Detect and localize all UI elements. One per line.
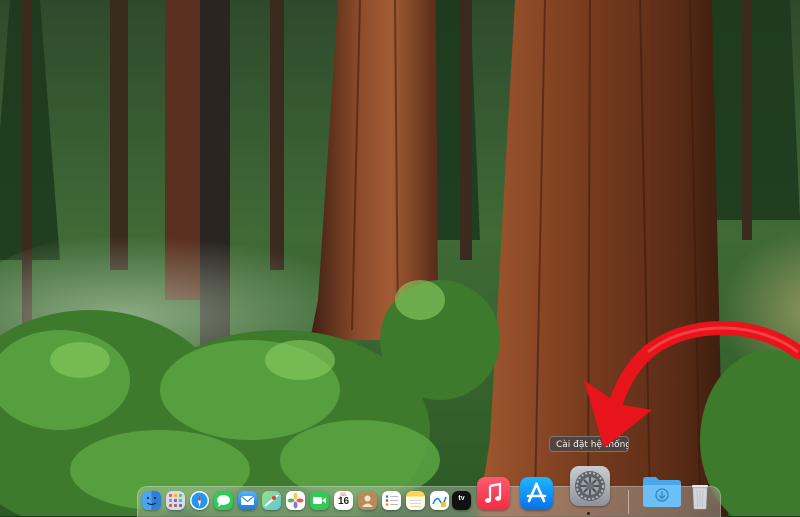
facetime-icon[interactable]: [310, 491, 329, 510]
running-indicator: [587, 512, 590, 515]
launchpad-icon[interactable]: [166, 491, 185, 510]
system-settings-icon[interactable]: [570, 466, 610, 506]
appletv-icon[interactable]: tv: [452, 491, 471, 510]
app-store-icon[interactable]: [520, 477, 553, 510]
contacts-icon[interactable]: [358, 491, 377, 510]
maps-icon[interactable]: [262, 491, 281, 510]
calendar-icon[interactable]: JUL 16: [334, 491, 353, 510]
safari-icon[interactable]: [190, 491, 209, 510]
music-icon[interactable]: [477, 477, 510, 510]
appletv-label: tv: [458, 495, 465, 502]
notes-icon[interactable]: [406, 491, 425, 510]
calendar-day: 16: [337, 496, 350, 507]
dock-divider: [628, 490, 629, 514]
finder-icon[interactable]: [142, 491, 161, 510]
desktop-wallpaper: [0, 0, 800, 516]
downloads-folder-icon[interactable]: [641, 474, 683, 508]
messages-icon[interactable]: [214, 491, 233, 510]
reminders-icon[interactable]: [382, 491, 401, 510]
trash-icon[interactable]: [690, 482, 710, 510]
freeform-icon[interactable]: [430, 491, 449, 510]
photos-icon[interactable]: [286, 491, 305, 510]
mail-icon[interactable]: [238, 491, 257, 510]
dock-tooltip: Cài đặt hệ thống: [549, 436, 629, 452]
